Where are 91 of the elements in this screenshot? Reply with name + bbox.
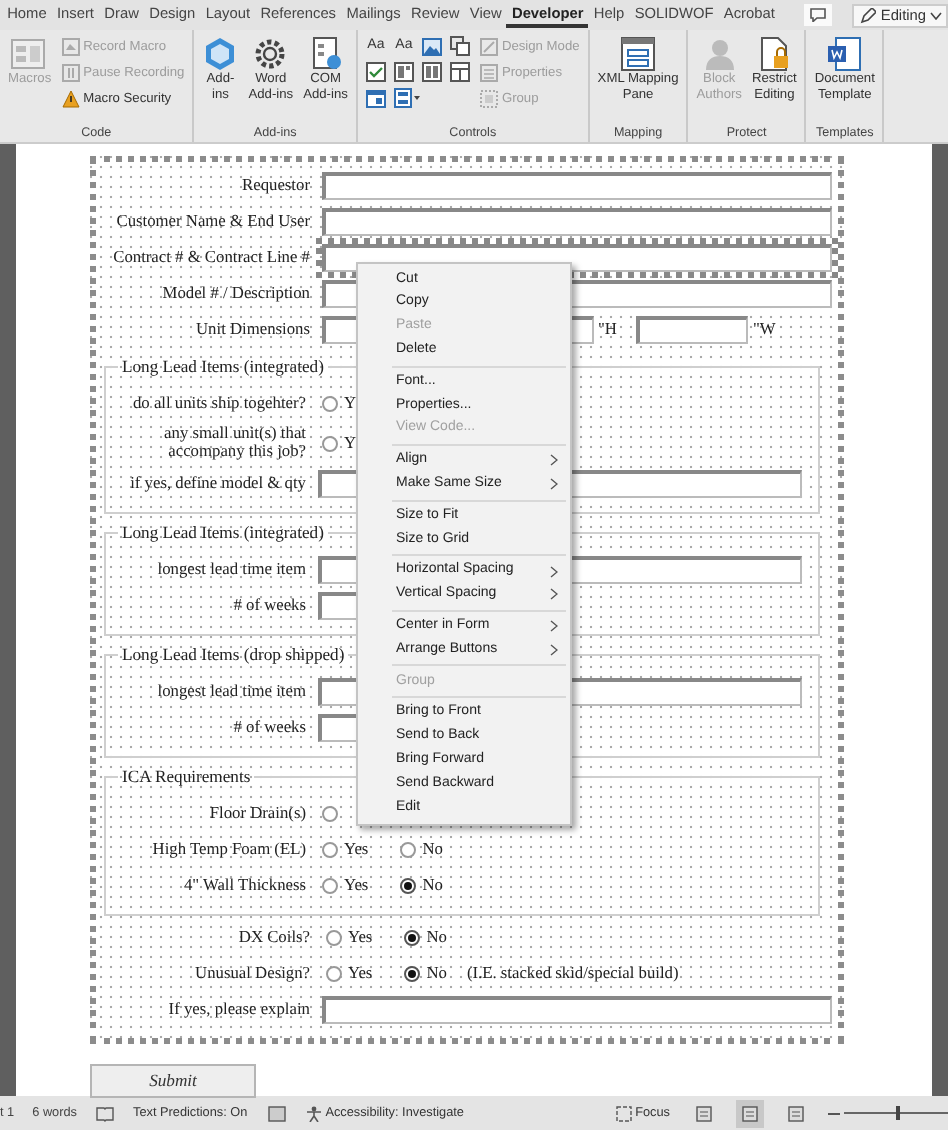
radio-button[interactable]: [404, 929, 421, 946]
input-field[interactable]: [322, 996, 832, 1024]
field-label: Unusual Design?: [193, 965, 312, 983]
calendar-icon: [365, 88, 386, 108]
print-layout-icon: [742, 1105, 758, 1121]
control-button[interactable]: [391, 86, 424, 110]
comments-button[interactable]: [804, 4, 833, 26]
radio-button[interactable]: [400, 877, 417, 894]
tools-icon: [393, 88, 422, 108]
radio-option[interactable]: Y: [322, 431, 357, 457]
field-label: do all units ship togehter?: [130, 395, 308, 413]
radio-option[interactable]: No: [404, 925, 447, 951]
radio-option[interactable]: No: [400, 837, 443, 863]
radio-option[interactable]: Yes: [326, 961, 373, 987]
radio-button[interactable]: [400, 841, 417, 858]
pencil-icon: [860, 7, 877, 23]
caret-icon: [930, 11, 942, 19]
group-title: Long Lead Items (integrated): [120, 524, 326, 542]
hexagon-icon: [202, 36, 239, 72]
radio-button[interactable]: [322, 841, 338, 858]
radio-button[interactable]: [326, 929, 342, 946]
picture-icon: [421, 37, 442, 55]
radio-button[interactable]: [322, 806, 338, 822]
radio-button[interactable]: [322, 877, 338, 894]
unit-label: "H: [598, 317, 617, 342]
unit-label: "W: [752, 317, 776, 342]
radio-option[interactable]: Y: [322, 391, 357, 417]
gallery-icon: [449, 36, 470, 56]
field-label: # of weeks: [231, 597, 308, 615]
control-button[interactable]: [447, 60, 472, 84]
radio-option[interactable]: No: [400, 873, 443, 899]
group-title: Long Lead Items (integrated): [120, 358, 326, 376]
locked-document-icon: [756, 36, 793, 72]
field-label: Contract # & Contract Line #: [111, 249, 312, 267]
design-mode-icon: [479, 38, 498, 56]
field-label: any small unit(s) that accompany this job?: [162, 426, 308, 462]
field-label: Unit Dimensions: [194, 321, 312, 339]
field-label: 4" Wall Thickness: [181, 877, 308, 895]
control-button[interactable]: [363, 86, 388, 110]
submit-button[interactable]: Submit: [90, 1064, 256, 1098]
group-title: ICA Requirements: [120, 768, 253, 786]
input-field[interactable]: [322, 172, 832, 200]
gear-icon: [252, 36, 289, 72]
field-label: High Temp Foam (EL): [150, 841, 308, 859]
combo-box-icon: [393, 62, 414, 82]
warning-icon: [61, 90, 80, 108]
radio-button[interactable]: [404, 965, 421, 982]
field-label: DX Coils?: [236, 929, 312, 947]
control-button[interactable]: [419, 60, 444, 84]
person-icon: [701, 36, 738, 72]
comment-icon: [810, 8, 827, 22]
document-icon: [826, 36, 863, 72]
field-label: Floor Drain(s): [207, 805, 308, 823]
hint-text: (I.E. stacked skid/special build): [466, 961, 679, 986]
field-label: longest lead time item: [155, 683, 308, 701]
accessibility-icon: [305, 1105, 322, 1121]
field-label: Customer Name & End User: [114, 213, 312, 231]
group-icon: [479, 90, 498, 108]
record-icon: [61, 38, 80, 56]
field-label: Requestor: [240, 177, 312, 195]
table-icon: [449, 62, 470, 82]
focus-icon: [615, 1105, 632, 1121]
radio-option[interactable]: Yes: [322, 873, 369, 899]
web-layout-icon: [788, 1105, 804, 1121]
read-mode-icon: [696, 1105, 712, 1121]
checkbox-icon: [365, 62, 386, 82]
list-icon: [421, 62, 442, 82]
group-title: Long Lead Items (drop shipped): [120, 646, 347, 664]
control-button[interactable]: [391, 60, 416, 84]
book-icon: [95, 1105, 113, 1121]
input-field[interactable]: [322, 208, 832, 236]
field-label: # of weeks: [231, 719, 308, 737]
pause-icon: [61, 64, 80, 82]
field-label: if yes, define model & qty: [128, 475, 308, 493]
radio-option[interactable]: Yes: [326, 925, 373, 951]
radio-button[interactable]: [322, 395, 338, 412]
input-field[interactable]: [636, 316, 749, 344]
field-label: longest lead time item: [155, 561, 308, 579]
control-button[interactable]: [363, 60, 388, 84]
properties-icon: [479, 64, 498, 82]
radio-button[interactable]: [326, 965, 342, 982]
radio-option[interactable]: Yes: [322, 837, 369, 863]
control-button[interactable]: [447, 34, 472, 58]
pane-icon: [620, 36, 657, 72]
control-button[interactable]: [419, 34, 444, 58]
radio-option[interactable]: No: [404, 961, 447, 987]
field-label: If yes, please explain: [166, 1001, 312, 1019]
macros-icon: [9, 36, 50, 72]
field-label: Model # / Description: [160, 285, 312, 303]
view-button[interactable]: [736, 1099, 764, 1127]
radio-button[interactable]: [322, 435, 338, 452]
